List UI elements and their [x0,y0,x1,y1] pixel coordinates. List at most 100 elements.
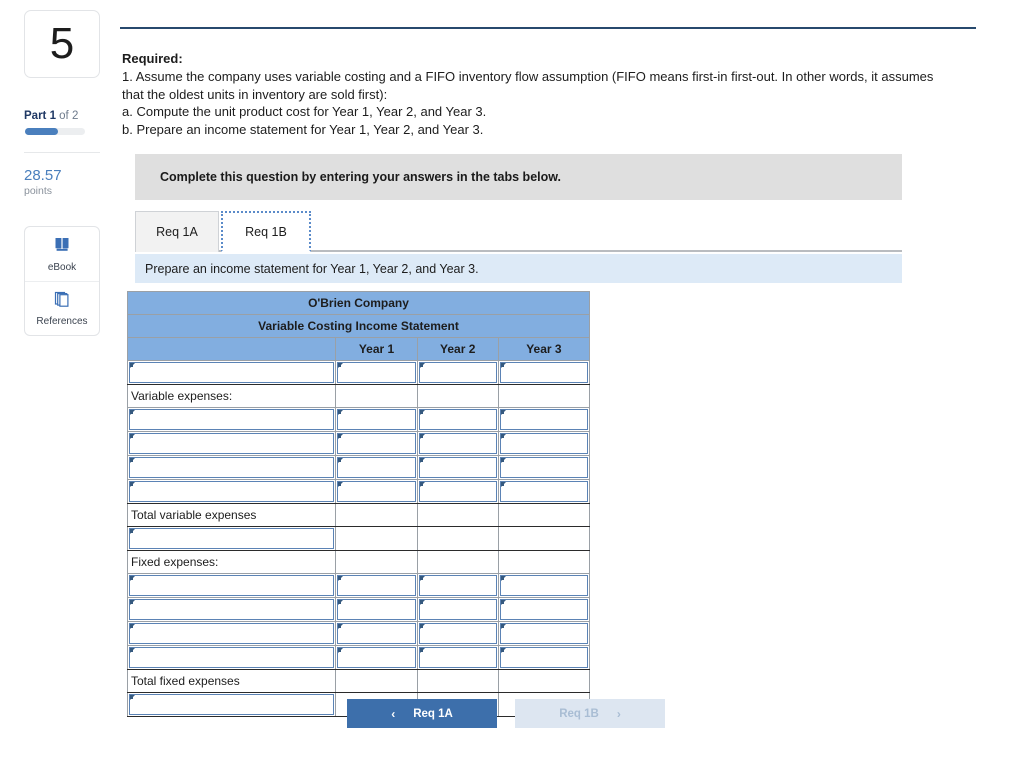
year-input-box[interactable] [337,623,416,644]
table-row [126,573,591,598]
row-label-input[interactable] [126,431,337,456]
row-label-input[interactable] [126,621,337,646]
year-2-input[interactable] [416,645,499,670]
year-1-input[interactable] [335,573,418,598]
year-input-box[interactable] [418,623,497,644]
label-input-box[interactable] [129,694,335,715]
next-req-button[interactable]: Req 1B › [515,699,665,728]
year-3-input[interactable] [497,407,591,432]
year-input-box[interactable] [418,433,497,454]
year-2-input[interactable] [416,360,499,385]
year-1-input[interactable] [335,431,418,456]
year-input-box[interactable] [418,599,497,620]
year-input-box[interactable] [418,575,497,596]
year-input-box[interactable] [337,575,416,596]
year-input-box[interactable] [499,433,588,454]
year-2-input[interactable] [416,597,499,622]
question-number-box: 5 [24,10,100,78]
income-statement-table: O'Brien Company Variable Costing Income … [126,291,591,717]
label-input-box[interactable] [129,623,335,644]
sidebar: 5 Part 1 of 2 28.57 points eBook Referen… [0,0,118,757]
label-input-box[interactable] [129,599,335,620]
ebook-button[interactable]: eBook [25,227,99,281]
year-1-input[interactable] [335,455,418,480]
year-input-box[interactable] [337,433,416,454]
year-2-input[interactable] [416,455,499,480]
row-label-input[interactable] [126,526,337,551]
label-input-box[interactable] [129,481,335,502]
row-label: Total variable expenses [126,503,337,527]
year-input-box[interactable] [418,457,497,478]
year-input-box[interactable] [499,575,588,596]
year-input-box[interactable] [418,362,497,383]
year-1-input[interactable] [335,479,418,504]
tab-req-1a-label: Req 1A [156,225,198,239]
year-input-box[interactable] [337,647,416,668]
year-3-input[interactable] [497,360,591,385]
year-input-box[interactable] [499,647,588,668]
year-input-box[interactable] [337,409,416,430]
part-current: Part 1 [24,110,56,122]
row-label: Total fixed expenses [126,669,337,693]
prev-req-button[interactable]: ‹ Req 1A [347,699,497,728]
label-input-box[interactable] [129,647,335,668]
year-2-input[interactable] [416,621,499,646]
year-3-input[interactable] [497,573,591,598]
label-input-box[interactable] [129,409,335,430]
year-input-box[interactable] [418,481,497,502]
row-label-input[interactable] [126,645,337,670]
row-label-text: Variable expenses: [131,389,233,403]
year-3-input[interactable] [497,597,591,622]
references-button[interactable]: References [25,281,99,335]
row-label-input[interactable] [126,360,337,385]
year-input-box[interactable] [418,647,497,668]
year-input-box[interactable] [337,457,416,478]
row-label-input[interactable] [126,573,337,598]
year-input-box[interactable] [499,481,588,502]
year-3-input[interactable] [497,621,591,646]
year-3-cell [497,503,591,527]
tab-req-1b[interactable]: Req 1B [221,211,311,252]
year-input-box[interactable] [499,409,588,430]
row-label-input[interactable] [126,407,337,432]
year-2-input[interactable] [416,431,499,456]
year-2-input[interactable] [416,407,499,432]
year-1-cell [335,669,418,693]
tab-req-1a[interactable]: Req 1A [135,211,219,252]
year-input-box[interactable] [499,457,588,478]
label-input-box[interactable] [129,457,335,478]
label-input-box[interactable] [129,433,335,454]
row-label-text: Fixed expenses: [131,555,219,569]
company-title: O'Brien Company [127,291,590,315]
row-label-input[interactable] [126,692,337,717]
part-total: of 2 [55,110,79,122]
year-2-cell [416,550,499,574]
year-input-box[interactable] [499,623,588,644]
year-1-cell [335,526,418,551]
row-label-input[interactable] [126,597,337,622]
label-input-box[interactable] [129,362,335,383]
year-1-input[interactable] [335,407,418,432]
year-3-input[interactable] [497,431,591,456]
row-label-input[interactable] [126,479,337,504]
label-input-box[interactable] [129,575,335,596]
year-input-box[interactable] [337,599,416,620]
year-2-input[interactable] [416,573,499,598]
label-input-box[interactable] [129,528,335,549]
year-2-cell [416,669,499,693]
year-1-input[interactable] [335,621,418,646]
row-label-input[interactable] [126,455,337,480]
ebook-label: eBook [47,261,77,273]
year-2-input[interactable] [416,479,499,504]
year-1-input[interactable] [335,360,418,385]
year-input-box[interactable] [337,481,416,502]
year-3-input[interactable] [497,455,591,480]
year-input-box[interactable] [499,599,588,620]
year-3-input[interactable] [497,479,591,504]
year-3-input[interactable] [497,645,591,670]
year-input-box[interactable] [418,409,497,430]
year-1-input[interactable] [335,597,418,622]
year-input-box[interactable] [499,362,588,383]
year-input-box[interactable] [337,362,416,383]
year-1-input[interactable] [335,645,418,670]
